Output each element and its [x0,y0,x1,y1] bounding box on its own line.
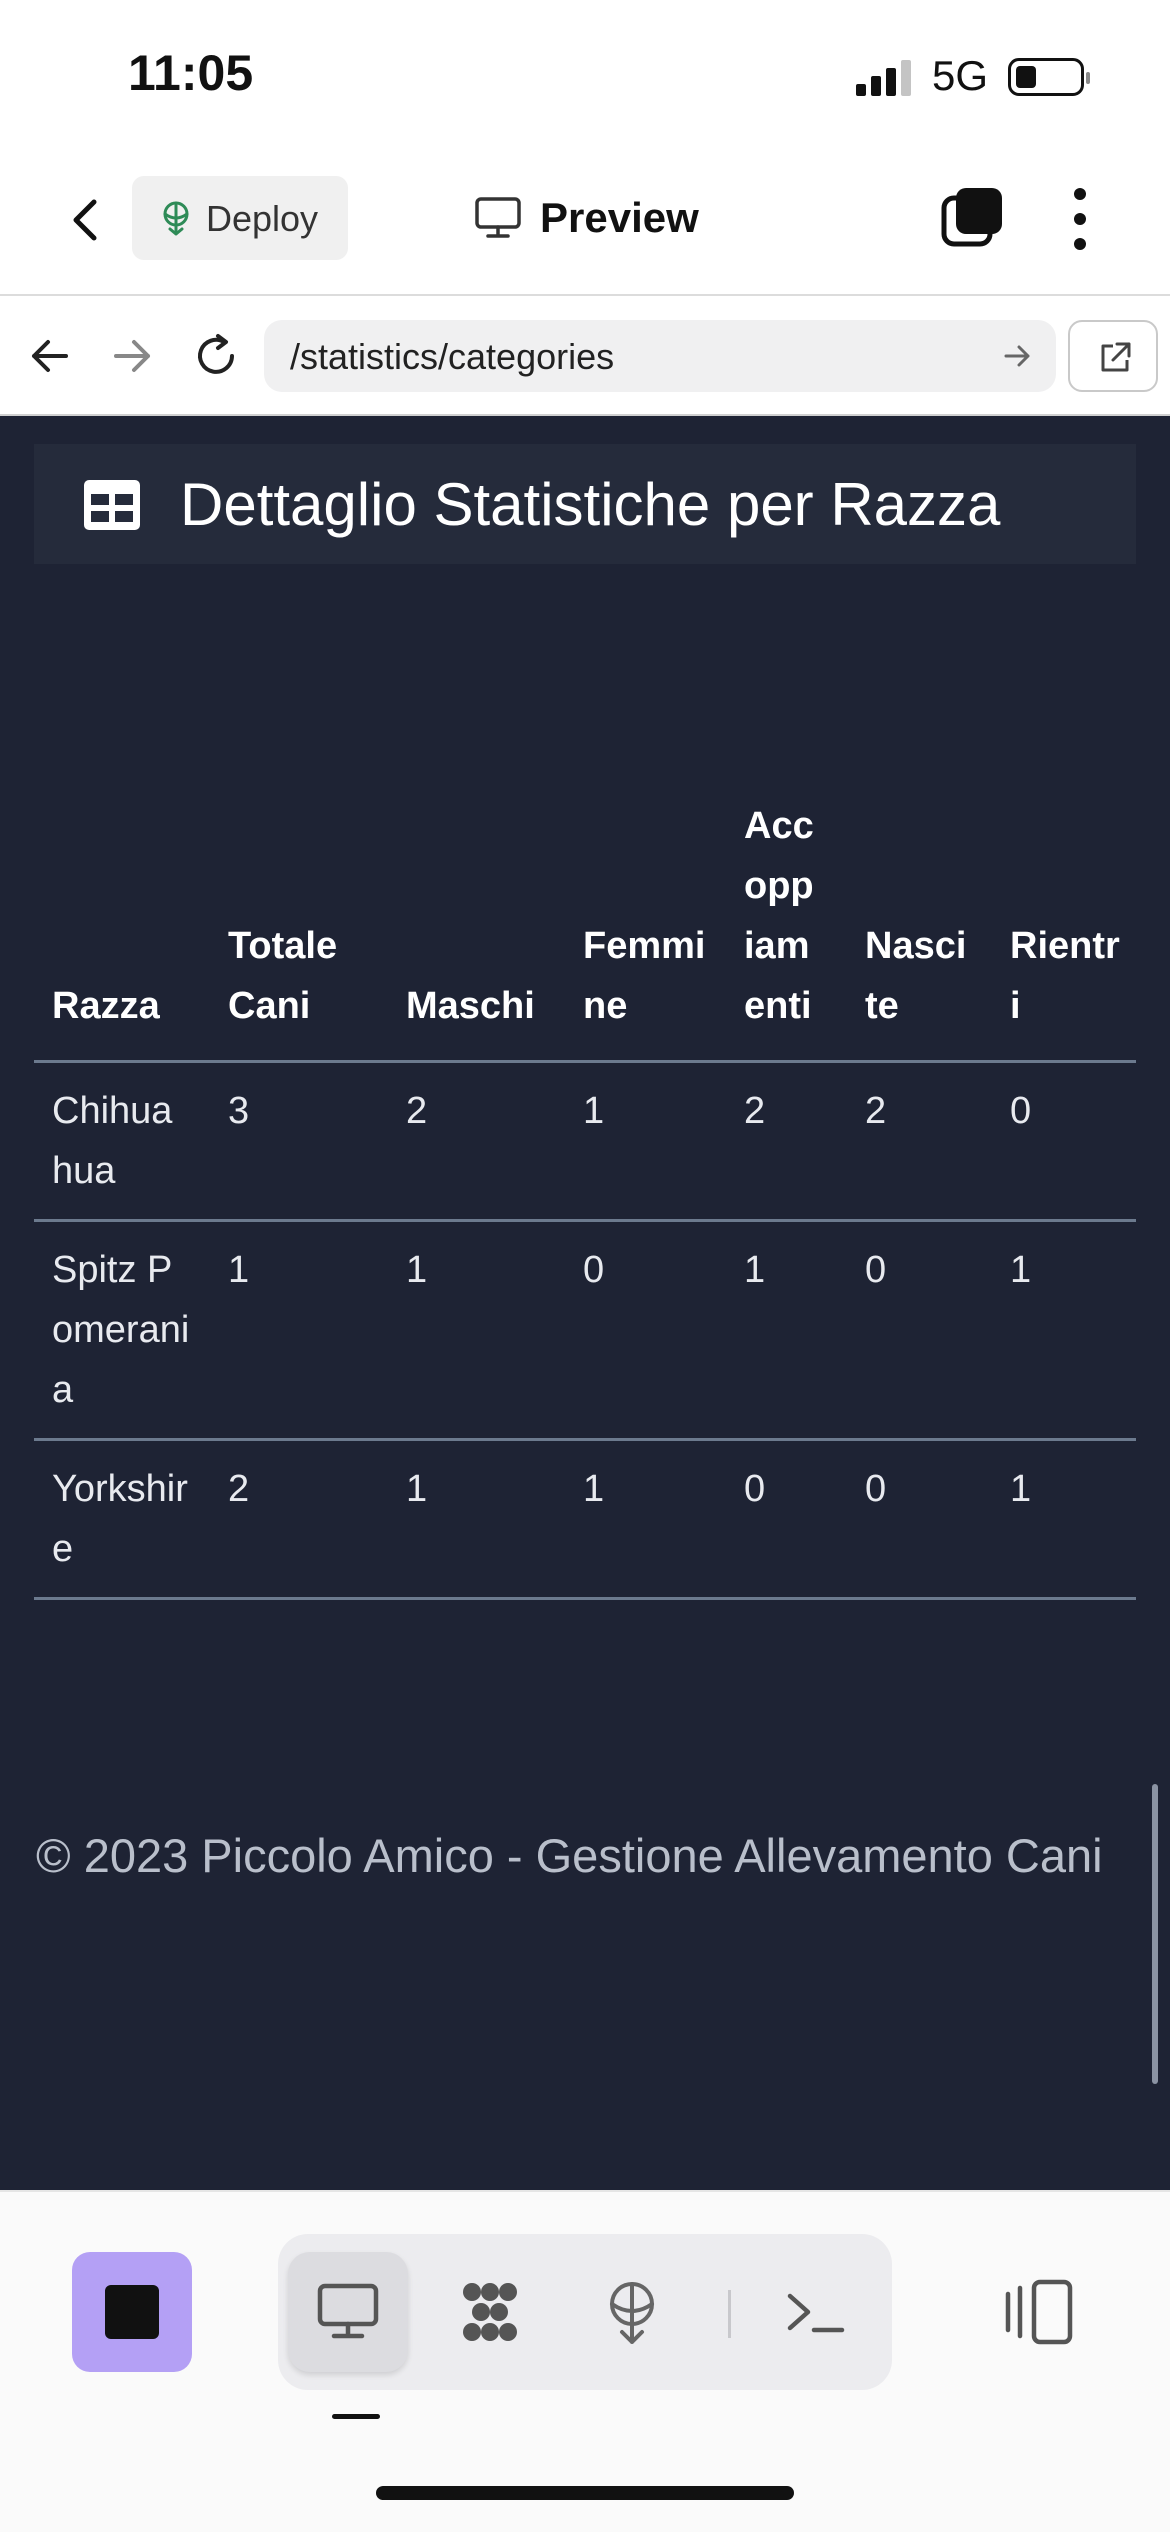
table-cell: 2 [210,1439,388,1600]
preview-view-button[interactable] [288,2252,408,2372]
preview-label: Preview [540,194,699,241]
table-row: Spitz Pomerania 1 1 0 1 0 1 [34,1220,1136,1441]
table-cell: 0 [847,1439,992,1600]
table-row: Chihuahua 3 2 1 2 2 0 [34,1061,1136,1222]
table-header-row: Razza Totale Cani Maschi Femmine Accoppi… [34,796,1136,1063]
table-cell: 0 [992,1061,1136,1222]
tabs-button[interactable] [940,186,1004,250]
table-cell: 0 [726,1439,847,1600]
column-header: Razza [34,796,210,1063]
table-cell: 1 [992,1439,1136,1600]
reload-button[interactable] [188,328,244,384]
url-text: /statistics/categories [290,336,615,377]
table-cell: 2 [847,1061,992,1222]
table-cell: 1 [388,1220,565,1441]
screen: 11:05 5G Deploy Preview /statistics/cate… [0,0,1170,2532]
browser-back-button[interactable] [22,328,78,384]
bottom-dock [0,2190,1170,2532]
table-cell: 3 [210,1061,388,1222]
monitor-icon [475,197,521,238]
column-header: Accoppiamenti [726,796,847,1063]
scrollbar[interactable] [1152,1784,1158,2084]
status-time: 11:05 [128,45,254,101]
deploy-icon [163,201,189,236]
footer-copyright: © 2023 Piccolo Amico - Gestione Allevame… [36,1829,1103,1882]
table-cell: 0 [847,1220,992,1441]
browser-bar: /statistics/categories [0,296,1170,416]
table-cell: 1 [565,1061,726,1222]
table-cell: 2 [388,1061,565,1222]
status-bar: 11:05 5G [0,0,1170,150]
table-cell: Spitz Pomerania [34,1220,210,1441]
table-cell: 1 [565,1439,726,1600]
signal-icon [856,58,916,96]
column-header: Totale Cani [210,796,388,1063]
app-toolbar: Deploy Preview [0,150,1170,296]
workflow-view-button[interactable] [430,2252,550,2372]
home-indicator[interactable] [376,2486,794,2500]
table-cell: Chihuahua [34,1061,210,1222]
table-cell: 1 [388,1439,565,1600]
arrow-back-icon [32,340,68,372]
network-label: 5G [932,52,989,99]
deploy-icon [610,2282,654,2344]
table-row: Yorkshire 2 1 1 0 0 1 [34,1439,1136,1600]
go-icon[interactable] [1002,340,1034,372]
deploy-label: Deploy [206,198,319,239]
workflow-icon [463,2283,517,2341]
external-link-icon [1101,342,1131,372]
more-options-button[interactable] [1062,186,1098,252]
column-header: Maschi [388,796,565,1063]
open-external-button[interactable] [1068,320,1158,392]
card-title: Dettaglio Statistiche per Razza [180,471,1001,538]
sidebar-icon [1005,2279,1073,2345]
monitor-icon [317,2283,379,2339]
more-icon [1074,188,1086,200]
arrow-forward-icon [114,340,150,372]
table-cell: 0 [565,1220,726,1441]
deploy-button[interactable]: Deploy [132,176,348,260]
stats-table: Razza Totale Cani Maschi Femmine Accoppi… [34,796,1136,1600]
web-content: Dettaglio Statistiche per Razza Razza To… [0,416,1170,2190]
stop-icon [105,2285,159,2339]
terminal-view-button[interactable] [756,2252,876,2372]
card-header: Dettaglio Statistiche per Razza [34,444,1136,564]
table-cell: 1 [992,1220,1136,1441]
browser-forward-button[interactable] [104,328,160,384]
table-cell: 1 [210,1220,388,1441]
table-icon [84,480,140,530]
deploy-view-button[interactable] [572,2252,692,2372]
terminal-icon [787,2293,845,2333]
battery-icon [1008,58,1090,96]
column-header: Nascite [847,796,992,1063]
column-header: Femmine [565,796,726,1063]
url-input[interactable]: /statistics/categories [264,320,1056,392]
column-header: Rientri [992,796,1136,1063]
table-cell: 2 [726,1061,847,1222]
reload-icon [198,334,234,374]
back-icon [73,199,97,241]
active-view-indicator [332,2414,380,2419]
back-button[interactable] [56,190,116,250]
view-switcher [278,2234,892,2390]
table-cell: 1 [726,1220,847,1441]
tabs-icon [941,188,1002,247]
sidebar-toggle-button[interactable] [998,2278,1074,2348]
switcher-divider [728,2290,731,2338]
table-cell: Yorkshire [34,1439,210,1600]
stop-button[interactable] [72,2252,192,2372]
